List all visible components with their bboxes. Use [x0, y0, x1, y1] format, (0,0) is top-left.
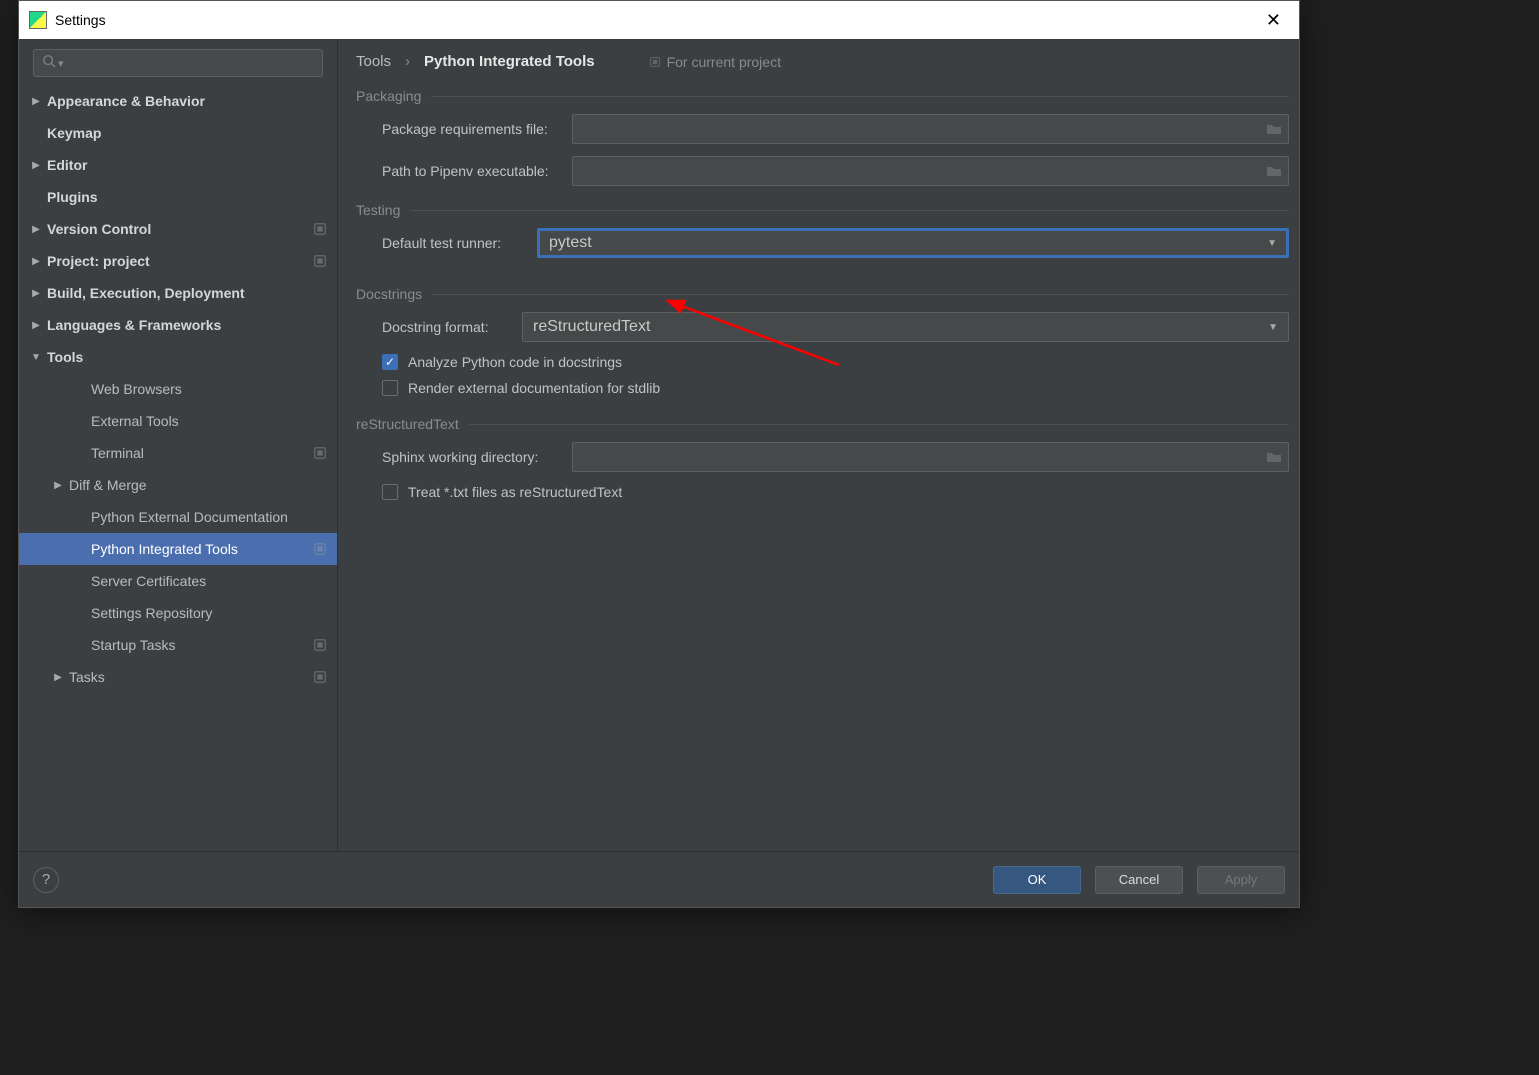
chevron-right-icon[interactable] — [29, 160, 43, 171]
folder-icon[interactable] — [1266, 449, 1282, 470]
section-packaging: Packaging — [356, 88, 1289, 104]
ok-button[interactable]: OK — [993, 866, 1081, 894]
sidebar-item-label: Plugins — [47, 189, 98, 205]
sidebar-item-label: Version Control — [47, 221, 151, 237]
settings-tree: Appearance & Behavior Keymap Editor Plugins… — [19, 85, 337, 851]
package-requirements-input[interactable] — [572, 114, 1289, 144]
sidebar: ▾ Appearance & Behavior Keymap Editor Plugi… — [19, 39, 338, 851]
sidebar-item-appearance-behavior[interactable]: Appearance & Behavior — [19, 85, 337, 117]
sidebar-item-label: External Tools — [91, 413, 179, 429]
search-input[interactable]: ▾ — [33, 49, 323, 77]
chevron-right-icon[interactable] — [51, 480, 65, 491]
chevron-down-icon[interactable] — [29, 352, 43, 363]
sidebar-item-editor[interactable]: Editor — [19, 149, 337, 181]
folder-icon[interactable] — [1266, 121, 1282, 142]
breadcrumb: Tools › Python Integrated Tools For curr… — [356, 53, 1289, 84]
sidebar-item-keymap[interactable]: Keymap — [19, 117, 337, 149]
sidebar-item-settings-repository[interactable]: Settings Repository — [19, 597, 337, 629]
analyze-docstrings-label: Analyze Python code in docstrings — [408, 354, 622, 370]
sidebar-item-label: Terminal — [91, 445, 144, 461]
sidebar-item-label: Web Browsers — [91, 381, 182, 397]
sidebar-item-label: Python Integrated Tools — [91, 541, 238, 557]
sidebar-item-label: Server Certificates — [91, 573, 206, 589]
sidebar-item-label: Tools — [47, 349, 83, 365]
sidebar-item-python-external-documentation[interactable]: Python External Documentation — [19, 501, 337, 533]
sidebar-item-label: Keymap — [47, 125, 101, 141]
chevron-right-icon[interactable] — [51, 672, 65, 683]
render-stdlib-label: Render external documentation for stdlib — [408, 380, 660, 396]
apply-button[interactable]: Apply — [1197, 866, 1285, 894]
breadcrumb-root[interactable]: Tools — [356, 53, 391, 70]
docstring-format-select[interactable]: reStructuredText ▼ — [522, 312, 1289, 342]
chevron-down-icon: ▾ — [58, 57, 64, 70]
settings-dialog: Settings ✕ ▾ Appearance & Behavior Keymap… — [18, 0, 1300, 908]
sidebar-item-label: Editor — [47, 157, 87, 173]
render-stdlib-checkbox[interactable] — [382, 380, 398, 396]
breadcrumb-leaf: Python Integrated Tools — [424, 53, 595, 70]
chevron-right-icon[interactable] — [29, 320, 43, 331]
test-runner-select[interactable]: pytest ▼ — [537, 228, 1289, 258]
sidebar-item-label: Appearance & Behavior — [47, 93, 205, 109]
analyze-docstrings-checkbox[interactable] — [382, 354, 398, 370]
sidebar-item-label: Settings Repository — [91, 605, 212, 621]
sphinx-dir-input[interactable] — [572, 442, 1289, 472]
chevron-right-icon[interactable] — [29, 256, 43, 267]
project-scope-icon — [313, 670, 327, 684]
folder-icon[interactable] — [1266, 163, 1282, 184]
titlebar: Settings ✕ — [19, 1, 1299, 39]
sidebar-item-plugins[interactable]: Plugins — [19, 181, 337, 213]
section-testing: Testing — [356, 202, 1289, 218]
sidebar-item-label: Tasks — [69, 669, 105, 685]
dialog-footer: ? OK Cancel Apply — [19, 851, 1299, 907]
sidebar-item-label: Python External Documentation — [91, 509, 288, 525]
sidebar-item-label: Startup Tasks — [91, 637, 176, 653]
sidebar-item-web-browsers[interactable]: Web Browsers — [19, 373, 337, 405]
cancel-button[interactable]: Cancel — [1095, 866, 1183, 894]
window-title: Settings — [55, 12, 106, 28]
pipenv-path-input[interactable] — [572, 156, 1289, 186]
app-icon — [29, 11, 47, 29]
treat-txt-checkbox[interactable] — [382, 484, 398, 500]
section-rst: reStructuredText — [356, 416, 1289, 432]
chevron-right-icon[interactable] — [29, 224, 43, 235]
project-scope-icon — [313, 222, 327, 236]
close-icon[interactable]: ✕ — [1258, 6, 1289, 35]
sidebar-item-terminal[interactable]: Terminal — [19, 437, 337, 469]
docstring-format-label: Docstring format: — [382, 319, 522, 335]
chevron-down-icon: ▼ — [1268, 322, 1278, 333]
sidebar-item-python-integrated-tools[interactable]: Python Integrated Tools — [19, 533, 337, 565]
sidebar-item-label: Project: project — [47, 253, 150, 269]
project-scope-icon — [313, 638, 327, 652]
treat-txt-label: Treat *.txt files as reStructuredText — [408, 484, 622, 500]
project-scope-icon — [313, 446, 327, 460]
sidebar-item-version-control[interactable]: Version Control — [19, 213, 337, 245]
sidebar-item-tasks[interactable]: Tasks — [19, 661, 337, 693]
sidebar-item-languages-frameworks[interactable]: Languages & Frameworks — [19, 309, 337, 341]
sidebar-item-label: Languages & Frameworks — [47, 317, 221, 333]
scope-indicator: For current project — [649, 54, 781, 70]
sphinx-dir-label: Sphinx working directory: — [382, 449, 572, 465]
sidebar-item-tools[interactable]: Tools — [19, 341, 337, 373]
section-docstrings: Docstrings — [356, 286, 1289, 302]
sidebar-item-startup-tasks[interactable]: Startup Tasks — [19, 629, 337, 661]
sidebar-item-external-tools[interactable]: External Tools — [19, 405, 337, 437]
chevron-right-icon: › — [405, 53, 410, 70]
sidebar-item-label: Build, Execution, Deployment — [47, 285, 245, 301]
sidebar-item-diff-merge[interactable]: Diff & Merge — [19, 469, 337, 501]
test-runner-label: Default test runner: — [382, 235, 537, 251]
sidebar-item-build-execution-deployment[interactable]: Build, Execution, Deployment — [19, 277, 337, 309]
project-scope-icon — [313, 254, 327, 268]
project-scope-icon — [313, 542, 327, 556]
help-button[interactable]: ? — [33, 867, 59, 893]
pipenv-path-label: Path to Pipenv executable: — [382, 163, 572, 179]
search-icon — [42, 54, 56, 73]
sidebar-item-label: Diff & Merge — [69, 477, 147, 493]
content-pane: Tools › Python Integrated Tools For curr… — [338, 39, 1299, 851]
sidebar-item-project-project[interactable]: Project: project — [19, 245, 337, 277]
chevron-right-icon[interactable] — [29, 288, 43, 299]
chevron-right-icon[interactable] — [29, 96, 43, 107]
chevron-down-icon: ▼ — [1267, 238, 1277, 249]
sidebar-item-server-certificates[interactable]: Server Certificates — [19, 565, 337, 597]
package-requirements-label: Package requirements file: — [382, 121, 572, 137]
